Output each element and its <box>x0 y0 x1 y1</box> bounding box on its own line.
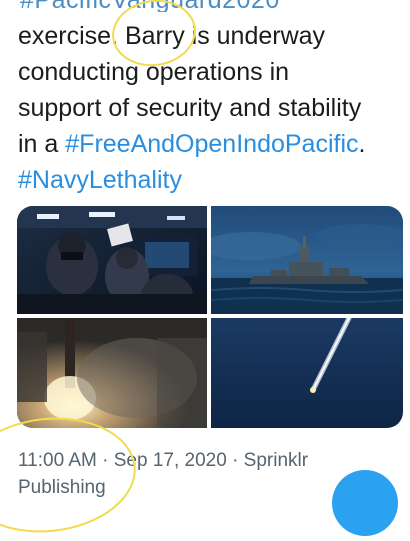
tweet-text: exercise. Barry is underway conducting o… <box>18 18 403 198</box>
photo-destroyer[interactable] <box>211 206 403 314</box>
truncated-hashtag-line: #PacificVanguard2020 <box>20 0 400 12</box>
hashtag-free-and-open-indo-pacific[interactable]: #FreeAndOpenIndoPacific <box>65 130 358 158</box>
photo-missile-flight[interactable] <box>211 318 403 428</box>
photo-missile-launch[interactable] <box>17 318 207 428</box>
tweet-line-5: #NavyLethality <box>18 162 403 198</box>
timestamp-line: 11:00 AM · Sep 17, 2020 · Sprinklr <box>18 450 309 471</box>
tweet-line-3: support of security and stability <box>18 94 362 122</box>
media-grid <box>17 206 403 428</box>
tweet-line-2: conducting operations in <box>18 58 290 86</box>
hashtag-navy-lethality[interactable]: #NavyLethality <box>18 166 182 194</box>
photo-missile-flight-image <box>211 318 403 428</box>
photo-destroyer-image <box>211 206 403 314</box>
photo-sailors-cic[interactable] <box>17 206 207 314</box>
photo-missile-launch-image <box>17 318 207 428</box>
tweet-line-4: in a #FreeAndOpenIndoPacific. <box>18 126 403 162</box>
photo-sailors-cic-image <box>17 206 207 314</box>
tweet-line-4-suffix: . <box>358 130 366 158</box>
tweet-line-4-prefix: in a <box>18 130 66 158</box>
compose-button[interactable] <box>332 470 398 536</box>
tweet-line-1: exercise. Barry is underway <box>18 22 326 50</box>
